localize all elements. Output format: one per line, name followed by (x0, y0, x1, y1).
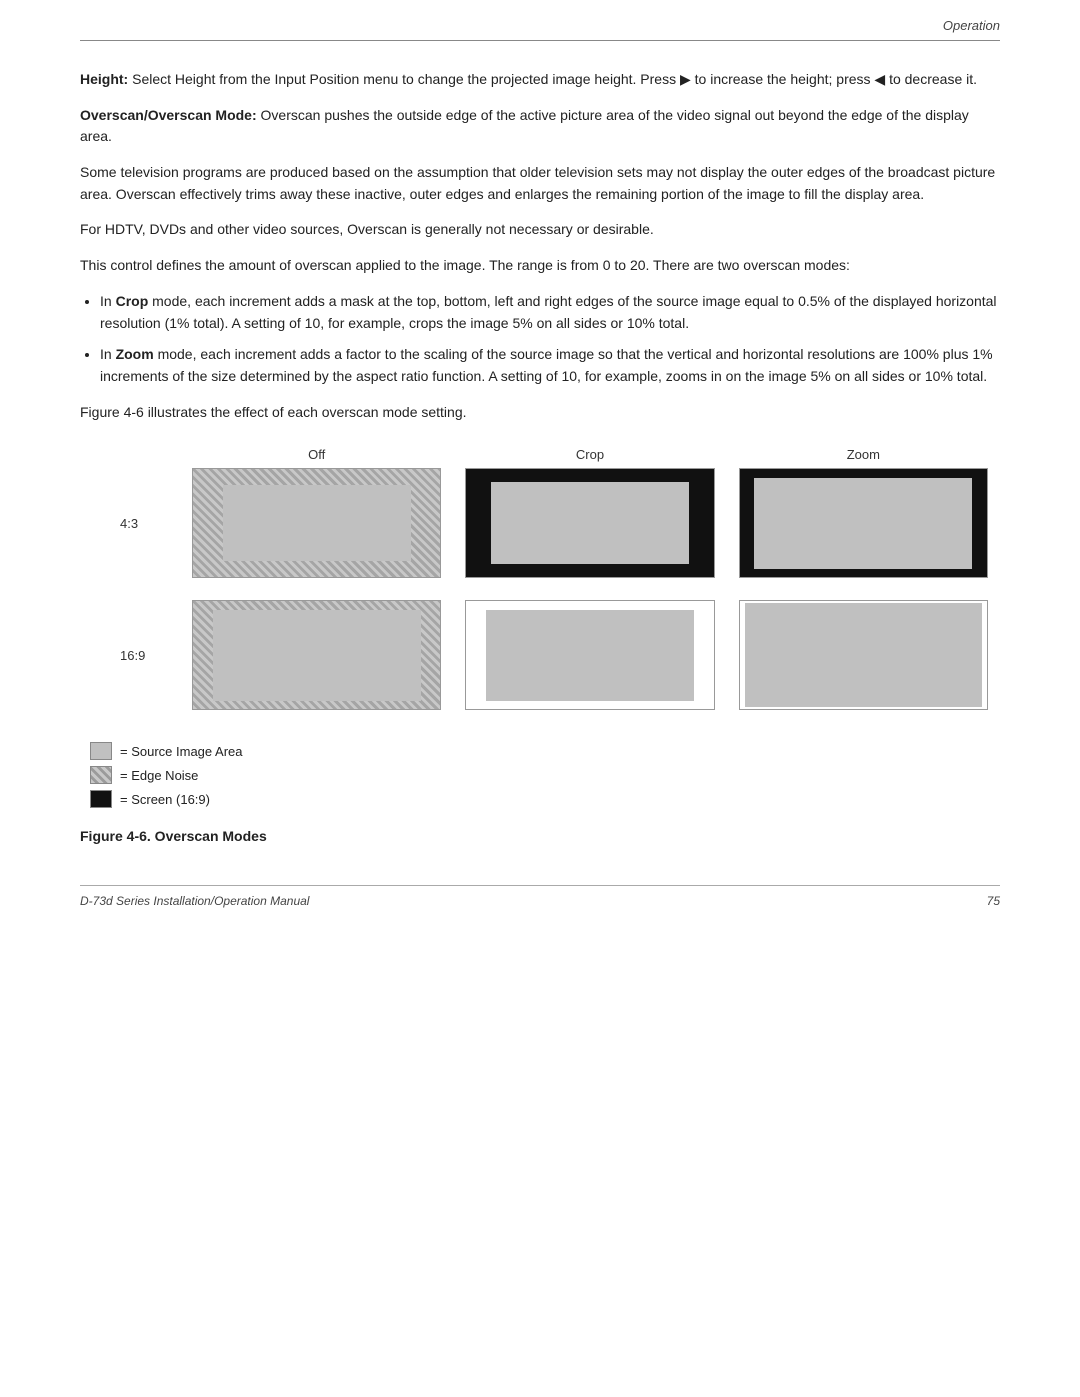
legend-noise-label: = Edge Noise (120, 768, 198, 783)
diagram-off-4-3 (192, 468, 441, 578)
overscan-mode-paragraph: Overscan/Overscan Mode: Overscan pushes … (80, 105, 1000, 148)
legend-source-label: = Source Image Area (120, 744, 243, 759)
source-area-crop-16-9 (486, 610, 694, 701)
label-spacer (120, 447, 180, 462)
source-area-crop-4-3 (491, 482, 689, 564)
para2: For HDTV, DVDs and other video sources, … (80, 219, 1000, 241)
legend-source: = Source Image Area (90, 742, 1000, 760)
footer-right: 75 (987, 894, 1000, 908)
footer: D-73d Series Installation/Operation Manu… (80, 894, 1000, 908)
bullet-list: In Crop mode, each increment adds a mask… (100, 291, 1000, 388)
bottom-rule (80, 885, 1000, 886)
source-area-zoom-16-9 (745, 603, 982, 707)
cell-zoom-4-3 (739, 468, 988, 578)
legend-screen-label: = Screen (16:9) (120, 792, 210, 807)
zoom-text: mode, each increment adds a factor to th… (100, 346, 993, 384)
footer-left: D-73d Series Installation/Operation Manu… (80, 894, 309, 908)
legend-noise-swatch (90, 766, 112, 784)
crop-bold: Crop (116, 293, 149, 309)
legend-screen-swatch (90, 790, 112, 808)
col-label-zoom: Zoom (727, 447, 1000, 462)
col-label-off: Off (180, 447, 453, 462)
figure-intro: Figure 4-6 illustrates the effect of eac… (80, 402, 1000, 424)
crop-text: mode, each increment adds a mask at the … (100, 293, 997, 331)
legend-noise: = Edge Noise (90, 766, 1000, 784)
source-area-off-16-9 (213, 610, 421, 701)
cell-crop-16-9 (465, 600, 714, 710)
height-text: Select Height from the Input Position me… (128, 71, 977, 87)
diagram-crop-16-9 (465, 600, 714, 710)
col-label-crop: Crop (453, 447, 726, 462)
overscan-grid: Off Crop Zoom 4:3 (120, 447, 1000, 732)
overscan-bold: Overscan/Overscan Mode: (80, 107, 257, 123)
row-16-9: 16:9 (120, 600, 1000, 710)
row-label-4-3: 4:3 (120, 516, 180, 531)
zoom-bold: Zoom (116, 346, 154, 362)
height-paragraph: Height: Select Height from the Input Pos… (80, 69, 1000, 91)
top-rule (80, 40, 1000, 41)
cell-zoom-16-9 (739, 600, 988, 710)
height-bold: Height: (80, 71, 128, 87)
row-4-3: 4:3 (120, 468, 1000, 578)
para3: This control defines the amount of overs… (80, 255, 1000, 277)
cell-off-4-3 (192, 468, 441, 578)
diagram-zoom-4-3 (739, 468, 988, 578)
column-labels: Off Crop Zoom (120, 447, 1000, 462)
figure-caption: Figure 4-6. Overscan Modes (80, 826, 1000, 848)
bullet-crop: In Crop mode, each increment adds a mask… (100, 291, 1000, 334)
legend: = Source Image Area = Edge Noise = Scree… (90, 742, 1000, 808)
figure-area: Off Crop Zoom 4:3 (80, 447, 1000, 848)
source-area-zoom-4-3 (754, 478, 972, 569)
cell-crop-4-3 (465, 468, 714, 578)
cell-off-16-9 (192, 600, 441, 710)
diagram-zoom-16-9 (739, 600, 988, 710)
section-label: Operation (943, 18, 1000, 33)
legend-screen: = Screen (16:9) (90, 790, 1000, 808)
diagram-off-16-9 (192, 600, 441, 710)
source-area-off-4-3 (223, 485, 411, 561)
row-label-16-9: 16:9 (120, 648, 180, 663)
legend-source-swatch (90, 742, 112, 760)
bullet-zoom: In Zoom mode, each increment adds a fact… (100, 344, 1000, 387)
diagram-crop-4-3 (465, 468, 714, 578)
para1: Some television programs are produced ba… (80, 162, 1000, 205)
